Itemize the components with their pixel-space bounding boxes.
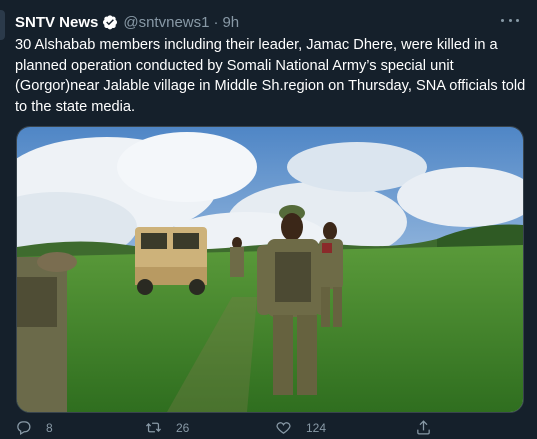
avatar[interactable] (0, 10, 5, 40)
tweet-text: 30 Alshabab members including their lead… (15, 37, 526, 115)
retweet-button[interactable]: 26 (145, 419, 275, 436)
reply-button[interactable]: 8 (15, 419, 145, 436)
tweet-actions: 8 26 124 (15, 419, 485, 439)
like-icon (276, 422, 291, 434)
like-count: 124 (306, 420, 327, 435)
timestamp[interactable]: 9h (222, 14, 239, 31)
reply-count: 8 (46, 420, 53, 435)
tweet-photo[interactable] (16, 126, 524, 413)
verified-badge-icon (102, 14, 118, 30)
share-button[interactable] (415, 419, 432, 436)
author-name[interactable]: SNTV News (15, 14, 98, 31)
tweet[interactable]: SNTV News @sntvnews1 · 9h 30 Alshabab me… (0, 0, 537, 436)
retweet-icon (145, 422, 162, 433)
more-icon[interactable] (501, 12, 519, 28)
soldiers-field-photo (17, 127, 523, 412)
retweet-count: 26 (176, 420, 190, 435)
like-button[interactable]: 124 (275, 419, 415, 436)
tweet-header: SNTV News @sntvnews1 · 9h (15, 11, 527, 33)
author-handle[interactable]: @sntvnews1 (123, 14, 209, 31)
separator: · (213, 13, 219, 31)
reply-icon (17, 421, 31, 436)
share-icon (417, 420, 430, 435)
